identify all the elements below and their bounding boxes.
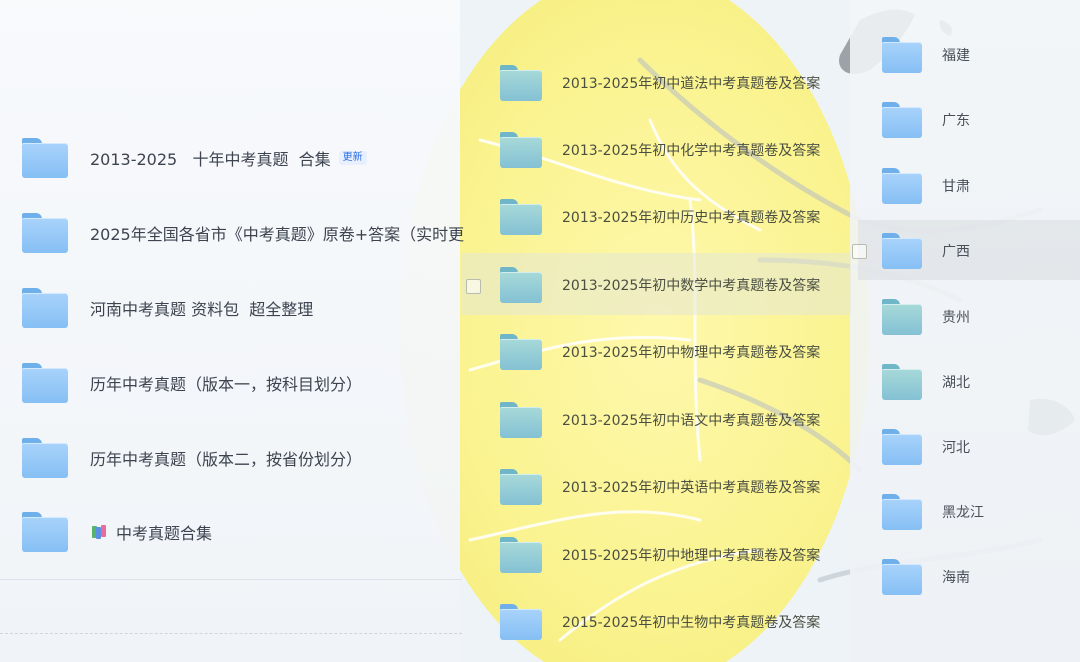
left-panel-haze xyxy=(0,0,460,662)
folder-label: 河北 xyxy=(942,440,970,456)
folder-item[interactable]: 广东 xyxy=(882,100,970,140)
folder-label: 河南中考真题 资料包 超全整理 xyxy=(90,300,314,319)
folder-label: 历年中考真题（版本一，按科目划分） xyxy=(90,375,363,394)
folder-label: 黑龙江 xyxy=(942,505,984,521)
folder-item[interactable]: 历年中考真题（版本二，按省份划分） xyxy=(22,436,362,480)
folder-item[interactable]: 2025年全国各省市《中考真题》原卷+答案（实时更 xyxy=(22,211,464,255)
folder-icon xyxy=(500,199,542,235)
folder-label: 2013-2025年初中道法中考真题卷及答案 xyxy=(562,76,821,92)
folder-item[interactable]: 2013-2025年初中化学中考真题卷及答案 xyxy=(500,130,820,170)
folder-item[interactable]: 湖北 xyxy=(882,362,970,402)
folder-icon xyxy=(882,299,922,335)
folder-item[interactable]: 2013-2025年初中历史中考真题卷及答案 xyxy=(500,197,820,237)
folder-label: 2013-2025年初中历史中考真题卷及答案 xyxy=(562,210,821,226)
divider xyxy=(0,633,462,634)
folder-icon xyxy=(22,363,68,403)
folder-icon xyxy=(500,334,542,370)
folder-icon xyxy=(500,604,542,640)
folder-item[interactable]: 2015-2025年初中地理中考真题卷及答案 xyxy=(500,535,820,575)
folder-item[interactable]: 2013-2025年初中数学中考真题卷及答案 xyxy=(500,265,820,305)
folder-item[interactable]: 海南 xyxy=(882,557,970,597)
folder-label: 2013-2025年初中数学中考真题卷及答案 xyxy=(562,278,821,294)
folder-label: 历年中考真题（版本二，按省份划分） xyxy=(90,450,363,469)
folder-item[interactable]: 2015-2025年初中生物中考真题卷及答案 xyxy=(500,602,820,642)
folder-label: 2015-2025年初中生物中考真题卷及答案 xyxy=(562,615,821,631)
folder-icon xyxy=(500,469,542,505)
folder-label: 2025年全国各省市《中考真题》原卷+答案（实时更 xyxy=(90,225,465,244)
folder-item[interactable]: 河南中考真题 资料包 超全整理 xyxy=(22,286,313,330)
folder-icon xyxy=(882,429,922,465)
folder-item[interactable]: 历年中考真题（版本一，按科目划分） xyxy=(22,361,362,405)
folder-label: 海南 xyxy=(942,570,970,586)
folder-label: 2013-2025年初中英语中考真题卷及答案 xyxy=(562,480,821,496)
folder-item[interactable]: 2013-2025年初中物理中考真题卷及答案 xyxy=(500,332,820,372)
folder-icon xyxy=(500,267,542,303)
folder-label: 甘肃 xyxy=(942,179,970,195)
folder-label: 2013-2025年初中物理中考真题卷及答案 xyxy=(562,345,821,361)
folder-icon xyxy=(22,213,68,253)
folder-icon xyxy=(500,537,542,573)
folder-label: 2013-2025年初中化学中考真题卷及答案 xyxy=(562,143,821,159)
folder-icon xyxy=(882,168,922,204)
folder-label: 广东 xyxy=(942,113,970,129)
select-checkbox[interactable] xyxy=(852,244,867,259)
folder-item[interactable]: 2013-2025年初中英语中考真题卷及答案 xyxy=(500,467,820,507)
folder-icon xyxy=(22,512,68,552)
folder-label: 2015-2025年初中地理中考真题卷及答案 xyxy=(562,548,821,564)
folder-label: 福建 xyxy=(942,48,970,64)
folder-label: 中考真题合集 xyxy=(116,524,213,543)
folder-icon xyxy=(22,438,68,478)
folder-item[interactable]: 2013-2025年初中语文中考真题卷及答案 xyxy=(500,400,820,440)
folder-icon xyxy=(882,102,922,138)
folder-item[interactable]: 2013-2025 十年中考真题 合集 更新 xyxy=(22,136,367,180)
folder-icon xyxy=(882,37,922,73)
folder-label: 贵州 xyxy=(942,310,970,326)
folder-icon xyxy=(500,65,542,101)
folder-item[interactable]: 河北 xyxy=(882,427,970,467)
folder-icon xyxy=(882,559,922,595)
folder-icon xyxy=(882,233,922,269)
folder-item[interactable]: 黑龙江 xyxy=(882,492,984,532)
folder-item[interactable]: 福建 xyxy=(882,35,970,75)
folder-item[interactable]: 2013-2025年初中道法中考真题卷及答案 xyxy=(500,63,820,103)
folder-label: 广西 xyxy=(942,244,970,260)
folder-item[interactable]: 甘肃 xyxy=(882,166,970,206)
folder-icon xyxy=(500,132,542,168)
folder-icon xyxy=(500,402,542,438)
folder-icon xyxy=(22,138,68,178)
divider xyxy=(0,579,462,580)
folder-icon xyxy=(882,364,922,400)
folder-icon xyxy=(882,494,922,530)
books-icon xyxy=(92,525,106,539)
folder-item[interactable]: 中考真题合集 xyxy=(22,510,212,554)
folder-item[interactable]: 贵州 xyxy=(882,297,970,337)
select-checkbox[interactable] xyxy=(466,279,481,294)
folder-label: 2013-2025 十年中考真题 合集 xyxy=(90,150,331,169)
folder-item[interactable]: 广西 xyxy=(882,231,970,271)
folder-label: 2013-2025年初中语文中考真题卷及答案 xyxy=(562,413,821,429)
folder-icon xyxy=(22,288,68,328)
update-badge: 更新 xyxy=(338,151,367,165)
folder-label: 湖北 xyxy=(942,375,970,391)
